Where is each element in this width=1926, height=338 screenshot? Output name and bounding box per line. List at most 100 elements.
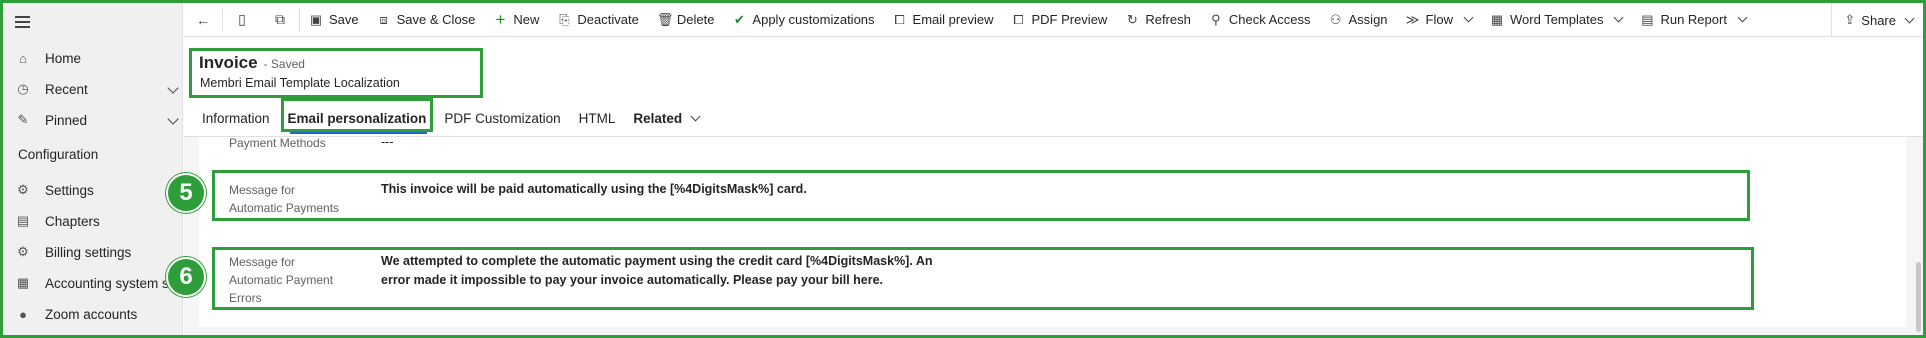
deactivate-button[interactable]: ⎘ Deactivate [548,3,647,37]
email-preview-button[interactable]: ⧠ Email preview [884,3,1003,37]
sidebar-item-chapters[interactable]: ▤ Chapters [15,210,100,232]
assign-button[interactable]: ⚇ Assign [1320,3,1397,37]
run-report-label: Run Report [1660,12,1727,27]
hamburger-menu-icon[interactable] [15,13,35,33]
back-arrow-icon[interactable]: ← [184,3,222,37]
sidebar-item-label: Recent [45,81,88,97]
sidebar-item-billing-settings[interactable]: ⚙ Billing settings [15,241,131,263]
apply-customizations-label: Apply customizations [752,12,875,27]
refresh-label: Refresh [1145,12,1191,27]
preview-icon: ⧠ [894,11,905,27]
sidebar-item-recent[interactable]: ◷ Recent [15,78,179,100]
check-access-label: Check Access [1228,12,1311,27]
sidebar-item-label: Settings [45,182,94,198]
chevron-down-icon [1614,12,1624,23]
sidebar-item-label: Home [45,50,82,66]
share-icon: ⇪ [1844,12,1856,27]
delete-label: Delete [676,12,715,27]
sidebar-item-label: Zoom accounts [45,306,138,322]
accounting-icon: ▦ [16,275,30,290]
sidebar-item-accounting-system[interactable]: ▦ Accounting system s... [15,272,180,294]
auto-payment-errors-label-line1: Message for [229,255,296,269]
form-icon[interactable]: ▯ [223,3,261,37]
email-preview-label: Email preview [912,12,994,27]
refresh-icon: ↻ [1126,11,1138,27]
chapters-icon: ▤ [16,213,30,228]
auto-payment-errors-message-line1[interactable]: We attempted to complete the automatic p… [381,252,933,271]
tab-bar: Information Email personalization PDF Cu… [193,104,708,132]
command-bar: ← ▯ ⧉ ▣ Save ⧈ Save & Close + New ⎘ Deac… [184,3,1923,37]
open-new-window-icon[interactable]: ⧉ [261,3,299,37]
save-button[interactable]: ▣ Save [300,3,368,37]
auto-payment-errors-message-line2[interactable]: error made it impossible to pay your inv… [381,271,883,290]
tab-information[interactable]: Information [193,104,279,132]
auto-payment-errors-label-line3: Errors [229,291,262,305]
word-icon: ▦ [1490,11,1504,27]
share-label: Share [1861,12,1896,28]
pdf-preview-button[interactable]: ⧠ PDF Preview [1002,3,1116,37]
word-templates-label: Word Templates [1510,12,1604,27]
tab-related-label: Related [633,110,683,126]
trash-icon: 🗑︎ [656,11,674,27]
sidebar-item-label: Pinned [45,112,88,128]
home-icon: ⌂ [19,50,27,66]
sidebar-item-label: Accounting system s... [45,275,181,291]
pdf-preview-icon: ⧠ [1013,11,1024,27]
zoom-icon: ● [19,306,27,322]
search-icon: ⚲ [1211,11,1221,27]
flow-label: Flow [1425,12,1453,27]
sidebar-item-label: Chapters [45,213,100,229]
scrollbar-thumb[interactable] [1916,262,1921,332]
sidebar-section-title: Configuration [18,147,99,162]
word-templates-button[interactable]: ▦ Word Templates [1481,3,1631,37]
chevron-down-icon[interactable] [167,82,179,94]
run-report-button[interactable]: ▤ Run Report [1631,3,1754,37]
delete-button[interactable]: 🗑︎ Delete [648,3,724,37]
auto-payments-label-line2: Automatic Payments [229,201,340,215]
flow-button[interactable]: ≫ Flow [1397,3,1481,37]
tab-highlight-box [281,98,433,132]
auto-payment-errors-label-line2: Automatic Payment [229,273,334,287]
deactivate-icon: ⎘ [559,11,570,27]
billing-icon: ⚙ [17,244,29,259]
header-highlight-box [189,48,483,98]
tab-related[interactable]: Related [624,104,708,132]
share-button[interactable]: ⇪ Share [1831,3,1923,37]
sidebar: ⌂ Home ◷ Recent ✎ Pinned Configuration ⚙… [3,3,183,335]
check-access-button[interactable]: ⚲ Check Access [1200,3,1320,37]
pin-icon: ✎ [17,112,29,127]
sidebar-item-settings[interactable]: ⚙ Settings [15,179,94,201]
save-close-button[interactable]: ⧈ Save & Close [368,3,485,37]
refresh-button[interactable]: ↻ Refresh [1116,3,1200,37]
payment-methods-label: Payment Methods [229,136,326,150]
auto-payments-message-field[interactable]: This invoice will be paid automatically … [381,180,807,199]
auto-payments-label-line1: Message for [229,183,296,197]
save-label: Save [329,12,359,27]
pdf-preview-label: PDF Preview [1031,12,1108,27]
clock-icon: ◷ [17,81,29,96]
save-icon: ▣ [309,11,323,27]
sidebar-item-label: Billing settings [45,244,132,260]
chevron-down-icon [1463,12,1474,23]
chevron-down-icon [690,111,701,121]
tab-pdf-customization[interactable]: PDF Customization [435,104,569,132]
save-close-label: Save & Close [396,12,476,27]
deactivate-label: Deactivate [577,12,639,27]
chevron-down-icon[interactable] [167,113,179,125]
tab-html[interactable]: HTML [570,104,625,132]
chevron-down-icon [1904,13,1915,23]
gear-icon: ⚙ [17,182,29,197]
new-label: New [513,12,540,27]
sidebar-item-home[interactable]: ⌂ Home [15,47,81,69]
annotation-badge-6: 6 [166,257,206,297]
report-icon: ▤ [1641,11,1654,27]
apply-customizations-button[interactable]: ✔ Apply customizations [723,3,883,37]
person-icon: ⚇ [1329,11,1342,27]
sidebar-item-zoom-accounts[interactable]: ● Zoom accounts [15,303,137,325]
chevron-down-icon [1737,12,1748,23]
payment-methods-value[interactable]: --- [381,133,394,152]
checkmark-icon: ✔ [733,11,745,27]
annotation-badge-5: 5 [166,173,206,213]
new-button[interactable]: + New [484,3,548,37]
sidebar-item-pinned[interactable]: ✎ Pinned [15,109,179,131]
